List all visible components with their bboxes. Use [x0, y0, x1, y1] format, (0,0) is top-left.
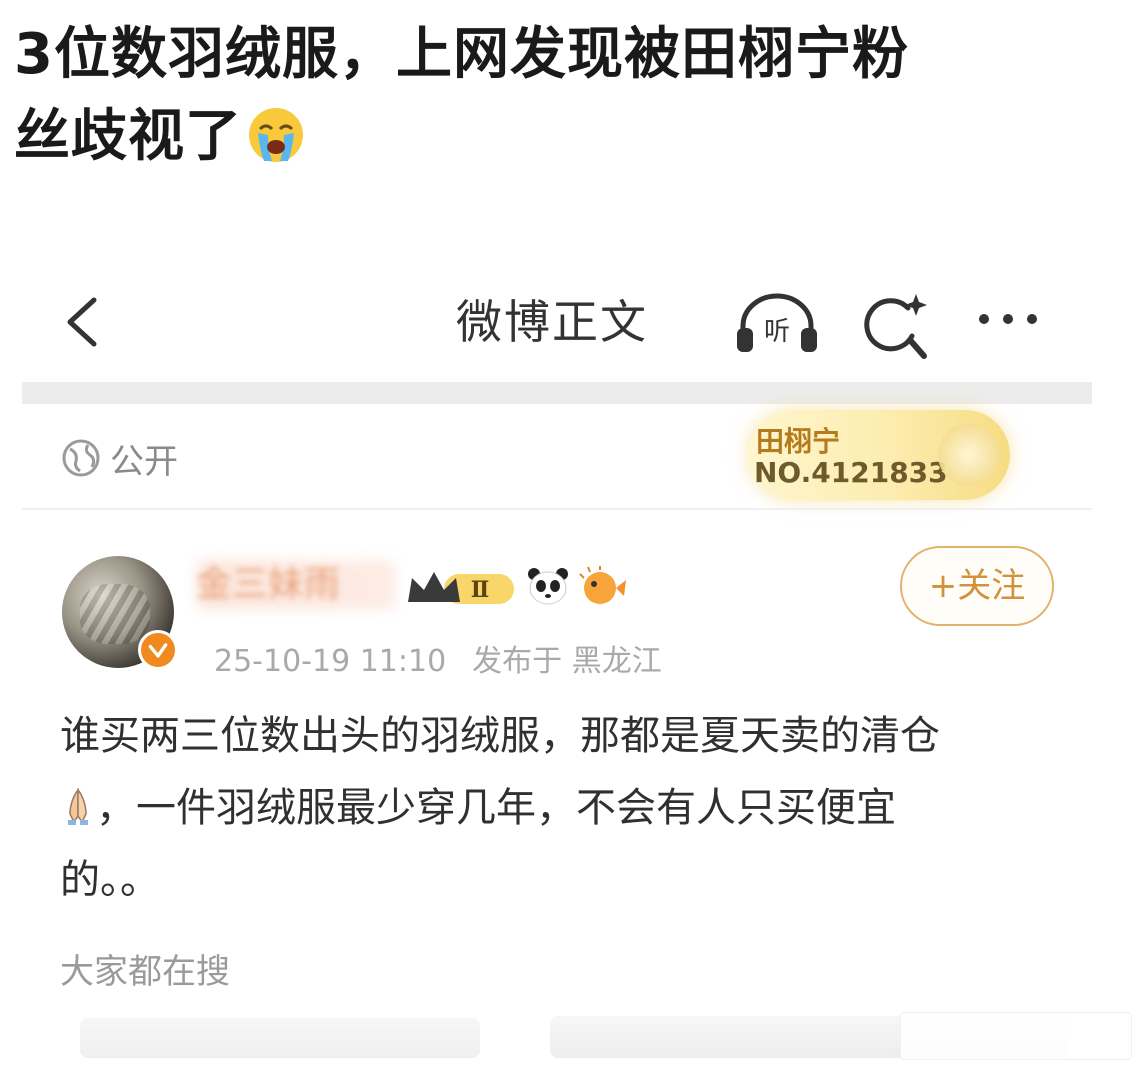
- fan-badge-number: NO.4121833: [754, 456, 948, 489]
- header-divider: [22, 508, 1092, 510]
- visibility-indicator: 公开: [60, 436, 178, 482]
- caption-title: 3位数羽绒服，上网发现被田栩宁粉 丝歧视了: [14, 14, 1124, 178]
- vip-level: Ⅱ: [471, 577, 490, 603]
- caption-line-2-text: 丝歧视了: [14, 104, 242, 169]
- post-line-1: 谁买两三位数出头的羽绒服，那都是夏天卖的清仓: [60, 713, 940, 759]
- page-title: 微博正文: [456, 295, 648, 349]
- post-meta: 25-10-19 11:10 发布于 黑龙江: [214, 636, 662, 680]
- fan-badge[interactable]: 田栩宁 NO.4121833: [748, 410, 1010, 500]
- search-sparkle-icon[interactable]: [860, 290, 932, 362]
- caption-line-1: 3位数羽绒服，上网发现被田栩宁粉: [14, 22, 909, 87]
- fan-crest-icon: [938, 424, 1000, 486]
- verified-badge-icon: [138, 630, 178, 670]
- crown-icon: Ⅱ: [408, 572, 514, 604]
- hot-search-strip: [80, 1012, 1140, 1060]
- visibility-label: 公开: [110, 441, 178, 482]
- caption-line-2: 丝歧视了: [14, 96, 1124, 178]
- post-line-2: ，一件羽绒服最少穿几年，不会有人只买便宜: [60, 772, 1070, 844]
- follow-button[interactable]: +关注: [900, 546, 1054, 626]
- post-line-3: 的。。: [60, 857, 160, 903]
- globe-icon: [62, 439, 100, 477]
- fan-badge-name: 田栩宁: [756, 425, 841, 458]
- panda-icon: [528, 568, 568, 605]
- author-name[interactable]: 金三妹雨: [196, 560, 340, 610]
- pufferfish-icon: [579, 566, 626, 604]
- post-line-2-text: ，一件羽绒服最少穿几年，不会有人只买便宜: [96, 785, 896, 831]
- listen-label: 听: [764, 317, 790, 347]
- hot-search-item[interactable]: [900, 1012, 1132, 1060]
- post-timestamp: 25-10-19 11:10: [214, 644, 447, 679]
- post-body: 谁买两三位数出头的羽绒服，那都是夏天卖的清仓 ，一件羽绒服最少穿几年，不会有人只…: [60, 700, 1070, 916]
- hot-search-label: 大家都在搜: [60, 952, 230, 992]
- more-dots-icon[interactable]: [972, 294, 1044, 344]
- headphones-icon[interactable]: 听: [733, 288, 821, 358]
- pray-hands-icon: [68, 787, 88, 825]
- weibo-topbar: 微博正文 听: [0, 270, 1144, 380]
- chevron-left-icon[interactable]: [58, 292, 108, 352]
- post-location: 发布于 黑龙江: [472, 644, 662, 679]
- section-divider: [22, 382, 1092, 404]
- hot-search-item[interactable]: [80, 1018, 480, 1058]
- crying-face-icon: [249, 107, 303, 162]
